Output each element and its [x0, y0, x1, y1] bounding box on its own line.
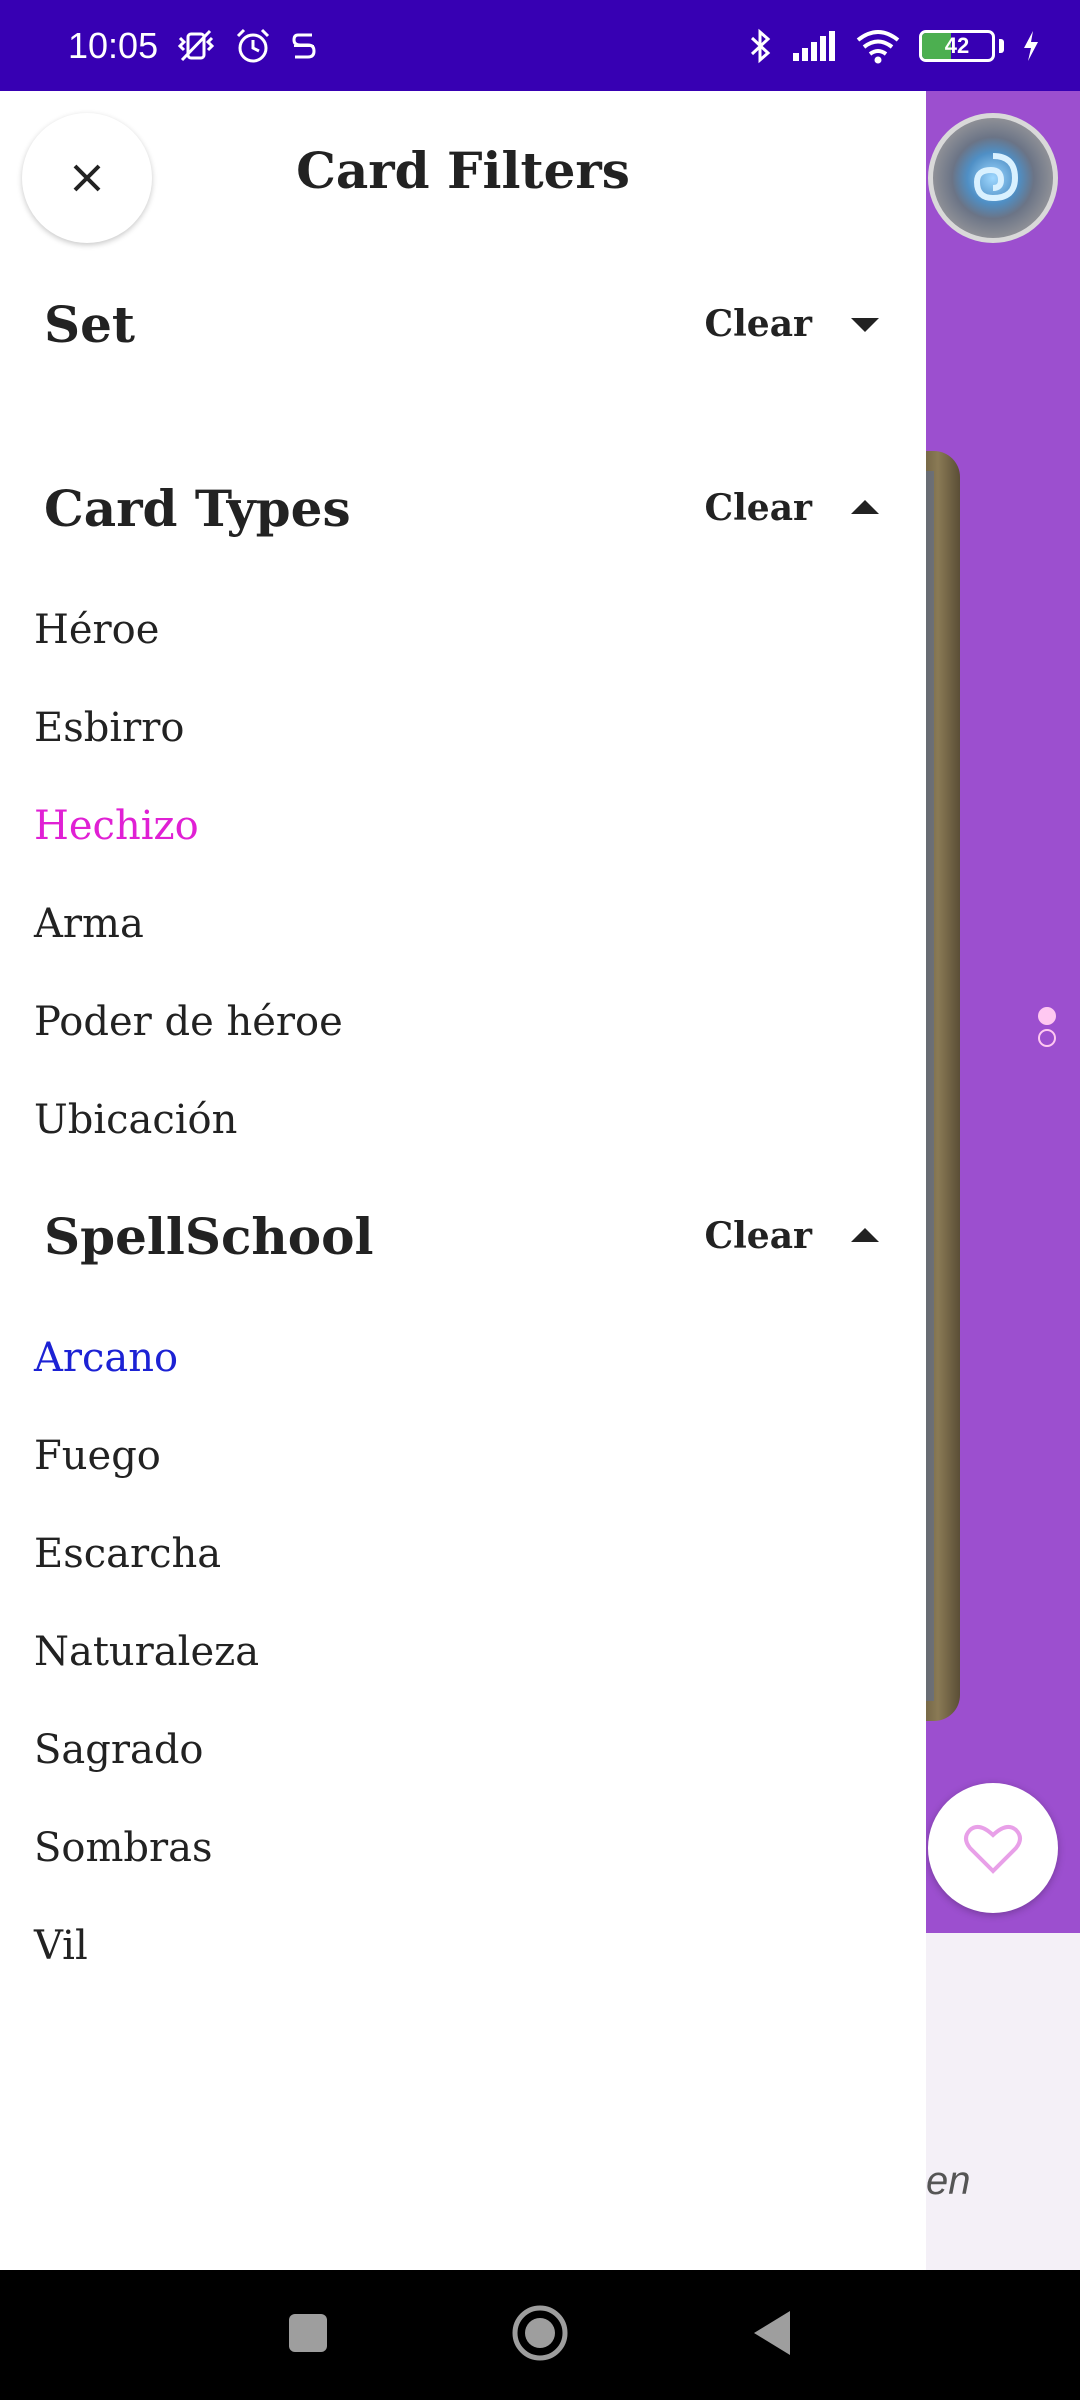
back-button[interactable] — [750, 2308, 794, 2363]
s-app-icon — [290, 29, 318, 63]
spell-school-options: Arcano Fuego Escarcha Naturaleza Sagrado… — [0, 1309, 926, 1995]
recents-button[interactable] — [286, 2311, 330, 2360]
screen: 10:05 42 en Card Filters Set Clear Card … — [0, 0, 1080, 2400]
drawer-header: Card Filters — [0, 91, 926, 269]
signal-icon — [791, 29, 837, 63]
section-card-types-title: Card Types — [44, 478, 351, 538]
card-types-options: Héroe Esbirro Hechizo Arma Poder de héro… — [0, 581, 926, 1169]
home-button[interactable] — [510, 2303, 570, 2368]
background-partial-text: en — [926, 2159, 971, 2203]
section-card-types-header[interactable]: Card Types Clear — [0, 453, 926, 563]
option-card-type-arma[interactable]: Arma — [34, 875, 926, 973]
option-card-type-heroe[interactable]: Héroe — [34, 581, 926, 679]
hearthstone-logo-avatar[interactable] — [928, 113, 1058, 243]
battery-icon: 42 — [919, 29, 995, 62]
battery-level: 42 — [944, 32, 970, 58]
spell-school-clear-button[interactable]: Clear — [704, 1215, 812, 1257]
option-spell-school-sagrado[interactable]: Sagrado — [34, 1701, 926, 1799]
status-right: 42 — [747, 27, 1040, 65]
option-card-type-hechizo[interactable]: Hechizo — [34, 777, 926, 875]
option-spell-school-fuego[interactable]: Fuego — [34, 1407, 926, 1505]
swirl-icon — [973, 153, 1019, 202]
background-app: en — [920, 91, 1080, 2361]
status-time: 10:05 — [68, 24, 159, 66]
set-clear-button[interactable]: Clear — [704, 303, 812, 345]
card-types-clear-button[interactable]: Clear — [704, 487, 812, 529]
option-card-type-poder-de-heroe[interactable]: Poder de héroe — [34, 973, 926, 1071]
recents-icon — [289, 2313, 327, 2352]
alarm-icon — [234, 27, 272, 65]
option-card-type-ubicacion[interactable]: Ubicación — [34, 1071, 926, 1169]
option-spell-school-arcano[interactable]: Arcano — [34, 1309, 926, 1407]
option-spell-school-escarcha[interactable]: Escarcha — [34, 1505, 926, 1603]
home-icon — [512, 2305, 568, 2360]
charging-icon — [1022, 30, 1040, 62]
favorite-button[interactable] — [928, 1783, 1058, 1913]
heart-icon — [964, 1824, 1022, 1874]
page-indicator — [1038, 1007, 1056, 1047]
status-left: 10:05 — [68, 25, 318, 67]
option-spell-school-vil[interactable]: Vil — [34, 1897, 926, 1995]
option-card-type-esbirro[interactable]: Esbirro — [34, 679, 926, 777]
card-filters-drawer: Card Filters Set Clear Card Types Clear … — [0, 91, 926, 2269]
back-icon — [754, 2310, 790, 2355]
section-spell-school-header[interactable]: SpellSchool Clear — [0, 1181, 926, 1291]
bluetooth-icon — [747, 27, 773, 65]
option-spell-school-naturaleza[interactable]: Naturaleza — [34, 1603, 926, 1701]
section-spell-school-title: SpellSchool — [44, 1206, 374, 1266]
navigation-bar — [0, 2270, 1080, 2400]
chevron-up-icon[interactable] — [848, 498, 882, 518]
section-set-header[interactable]: Set Clear — [0, 269, 926, 379]
option-spell-school-sombras[interactable]: Sombras — [34, 1799, 926, 1897]
wifi-icon — [855, 28, 901, 64]
battery-tip — [999, 38, 1004, 53]
status-bar: 10:05 42 — [0, 0, 1080, 91]
section-set-title: Set — [44, 294, 136, 354]
chevron-down-icon[interactable] — [848, 314, 882, 334]
chevron-up-icon[interactable] — [848, 1226, 882, 1246]
page-dot — [1038, 1029, 1056, 1047]
page-dot-active — [1038, 1007, 1056, 1025]
drawer-title: Card Filters — [296, 141, 630, 200]
vibrate-off-icon — [176, 28, 216, 64]
